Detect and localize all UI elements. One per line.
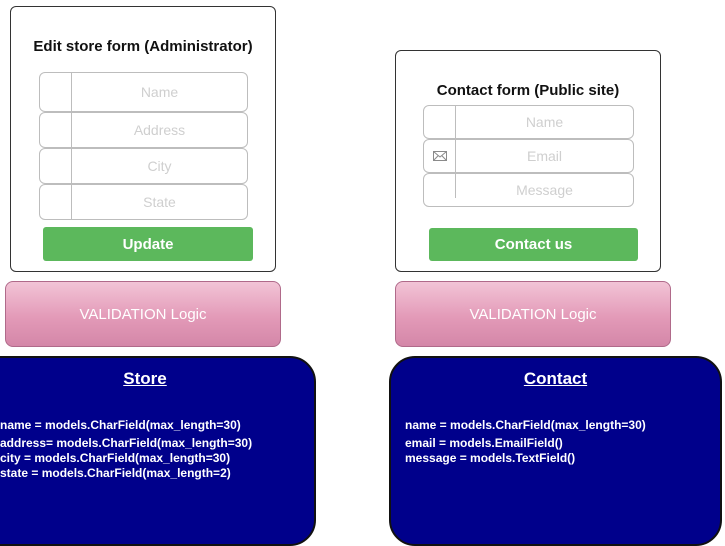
field-addon <box>424 140 456 172</box>
field-placeholder: City <box>147 158 172 174</box>
field-addon <box>40 149 72 183</box>
validation-logic-right: VALIDATION Logic <box>395 281 671 347</box>
store-city-field[interactable]: City <box>39 148 248 184</box>
store-model-field-address: address= models.CharField(max_length=30) <box>0 436 253 450</box>
field-placeholder: Name <box>525 114 564 130</box>
field-addon <box>40 185 72 219</box>
field-placeholder: Email <box>526 148 562 164</box>
field-addon <box>40 113 72 147</box>
store-model-box: Store name = models.CharField(max_length… <box>0 356 316 546</box>
contact-model-box: Contact name = models.CharField(max_leng… <box>389 356 722 546</box>
field-addon <box>40 73 72 111</box>
store-model-title: Store <box>123 369 167 388</box>
contact-model-field-email: email = models.EmailField() <box>405 436 563 450</box>
field-placeholder: Message <box>516 182 573 198</box>
update-button[interactable]: Update <box>43 227 253 261</box>
store-address-field[interactable]: Address <box>39 112 248 148</box>
contact-email-field[interactable]: Email <box>423 139 634 173</box>
field-placeholder: State <box>143 194 176 210</box>
store-form-panel: Edit store form (Administrator) Name Add… <box>10 6 276 272</box>
contact-us-button[interactable]: Contact us <box>429 228 638 261</box>
field-placeholder: Address <box>133 122 186 138</box>
contact-name-field[interactable]: Name <box>423 105 634 139</box>
field-addon <box>424 174 456 198</box>
store-form-title: Edit store form (Administrator) <box>33 38 253 55</box>
store-model-field-state: state = models.CharField(max_length=2) <box>0 466 231 480</box>
contact-model-title: Contact <box>523 369 588 388</box>
store-model-field-city: city = models.CharField(max_length=30) <box>0 451 231 465</box>
store-model-field-name: name = models.CharField(max_length=30) <box>0 418 241 432</box>
field-addon <box>424 106 456 138</box>
envelope-icon <box>432 151 447 161</box>
contact-form-title: Contact form (Public site) <box>436 82 620 99</box>
contact-message-field[interactable]: Message <box>423 173 634 207</box>
store-name-field[interactable]: Name <box>39 72 248 112</box>
contact-form-panel: Contact form (Public site) Name Email Me… <box>395 50 661 272</box>
store-state-field[interactable]: State <box>39 184 248 220</box>
contact-model-field-message: message = models.TextField() <box>405 451 576 465</box>
field-placeholder: Name <box>140 84 179 100</box>
validation-logic-left: VALIDATION Logic <box>5 281 281 347</box>
contact-model-field-name: name = models.CharField(max_length=30) <box>405 418 646 432</box>
